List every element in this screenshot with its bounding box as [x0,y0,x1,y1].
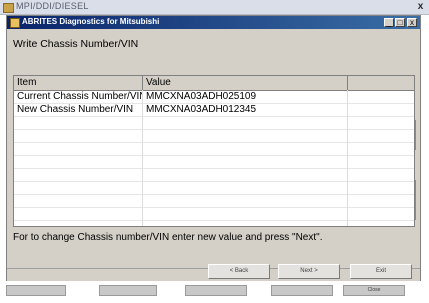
vin-table: Item Value Current Chassis Number/VIN MM… [13,75,415,227]
column-divider [347,90,348,226]
taskbar-tab[interactable] [99,285,157,296]
table-row[interactable]: Current Chassis Number/VIN MMCXNA03ADH02… [14,91,414,104]
empty-row [14,143,414,156]
back-button[interactable]: < Back [208,264,270,279]
current-vin-value: MMCXNA03ADH025109 [146,91,257,102]
outer-window-title: MPI/DDI/DIESEL [16,1,89,11]
empty-row [14,169,414,182]
right-edge-scrollbar[interactable] [415,30,420,302]
minimize-button[interactable]: _ [384,18,394,27]
table-row[interactable]: New Chassis Number/VIN MMCXNA03ADH012345 [14,104,414,117]
empty-row [14,117,414,130]
empty-row [14,182,414,195]
exit-button[interactable]: Exit [350,264,412,279]
row-item-label: Current Chassis Number/VIN [17,91,143,102]
window-titlebar: ABRITES Diagnostics for Mitsubishi _ □ x [7,16,420,29]
column-header-blank [348,76,414,90]
row-item-label: New Chassis Number/VIN [17,104,134,115]
empty-row [14,208,414,221]
table-header: Item Value [14,76,414,91]
next-button[interactable]: Next > [278,264,340,279]
new-vin-input[interactable]: MMCXNA03ADH012345 [143,104,348,116]
app-icon [3,3,14,13]
scroll-segment [415,120,419,150]
close-button[interactable]: x [407,18,417,27]
taskbar: Close [0,281,429,303]
empty-row [14,156,414,169]
window-title: ABRITES Diagnostics for Mitsubishi [22,17,160,26]
empty-row [14,130,414,143]
taskbar-close-tab[interactable]: Close [343,285,405,296]
column-header-item[interactable]: Item [14,76,143,90]
taskbar-tab[interactable] [185,285,247,296]
taskbar-tab[interactable] [6,285,66,296]
column-divider [142,90,143,226]
taskbar-tab[interactable] [271,285,333,296]
abrites-window: ABRITES Diagnostics for Mitsubishi _ □ x… [6,15,421,303]
maximize-button[interactable]: □ [395,18,405,27]
outer-close-button[interactable]: x [415,1,426,12]
scroll-segment [415,180,419,220]
column-header-value[interactable]: Value [143,76,348,90]
abrites-logo-icon [10,18,20,28]
page-title: Write Chassis Number/VIN [13,38,139,50]
outer-titlebar: MPI/DDI/DIESEL x [0,0,429,15]
empty-row [14,195,414,208]
instruction-text: For to change Chassis number/VIN enter n… [13,232,323,243]
